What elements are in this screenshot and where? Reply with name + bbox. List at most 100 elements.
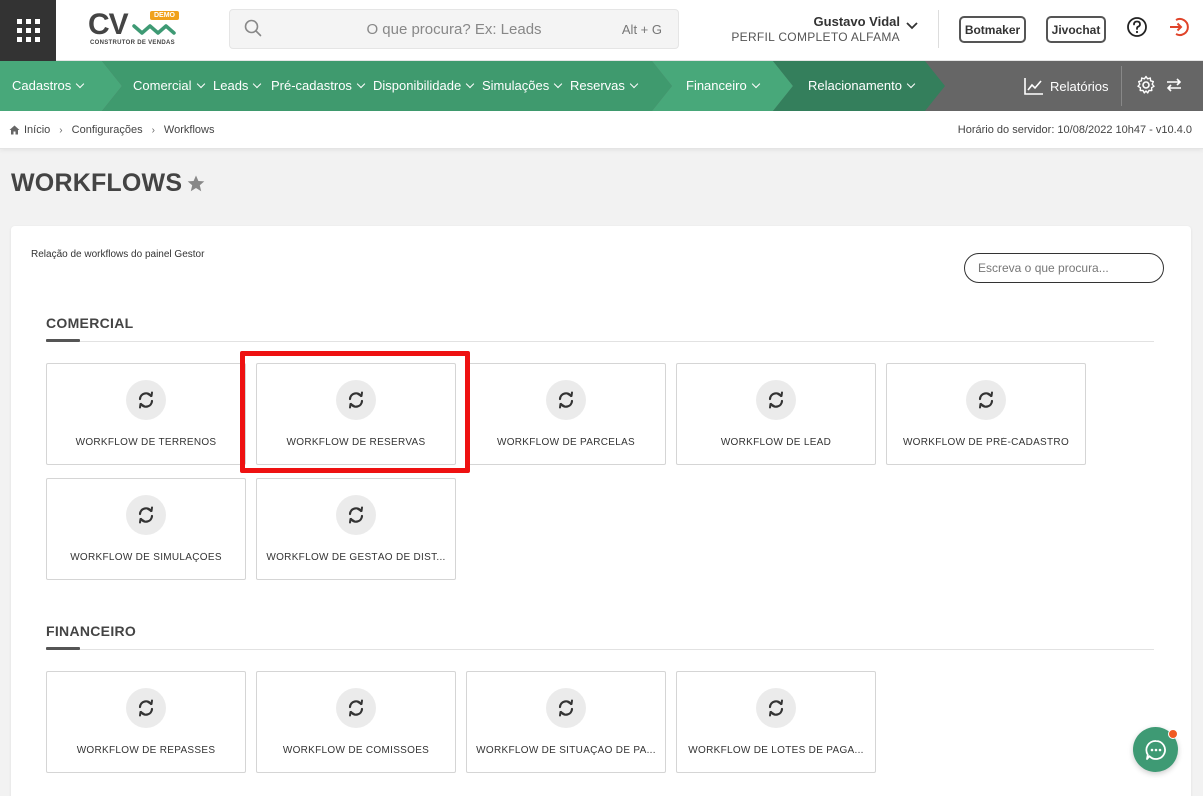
chevron-down-icon <box>906 79 916 88</box>
server-time: Horário do servidor: 10/08/2022 10h47 - … <box>957 124 1192 136</box>
refresh-icon <box>126 380 166 420</box>
chevron-right-icon: › <box>59 124 63 136</box>
workflow-tile-simulacoes[interactable]: WORKFLOW DE SIMULAÇÕES <box>46 478 246 580</box>
nav-simulacoes[interactable]: Simulações <box>482 78 563 93</box>
chevron-down-icon <box>253 79 262 88</box>
workflow-tile-reservas[interactable]: WORKFLOW DE RESERVAS <box>256 363 456 465</box>
nav-label: Reservas <box>570 78 625 93</box>
refresh-icon <box>756 688 796 728</box>
nav-label: Simulações <box>482 78 550 93</box>
workflow-tile-situacao-pagamento[interactable]: WORKFLOW DE SITUAÇÃO DE PA... <box>466 671 666 773</box>
user-name: Gustavo Vidal <box>813 14 900 29</box>
swap-arrows-icon[interactable] <box>1165 76 1183 94</box>
workflow-tile-lotes-pagamento[interactable]: WORKFLOW DE LOTES DE PAGA... <box>676 671 876 773</box>
refresh-icon <box>126 688 166 728</box>
help-icon[interactable] <box>1126 16 1148 38</box>
logo-check-icon <box>132 24 176 35</box>
chevron-down-icon[interactable] <box>906 22 918 30</box>
tile-label: WORKFLOW DE PRÉ-CADASTRO <box>902 437 1070 448</box>
nav-label: Relacionamento <box>808 78 902 93</box>
filter-search-input[interactable] <box>964 253 1164 283</box>
global-search-input[interactable]: O que procura? Ex: Leads Alt + G <box>229 9 679 49</box>
nav-label: Leads <box>213 78 249 93</box>
logo-subtitle: CONSTRUTOR DE VENDAS <box>90 40 175 46</box>
refresh-icon <box>336 380 376 420</box>
breadcrumb-home[interactable]: Início <box>24 124 50 136</box>
search-placeholder: O que procura? Ex: Leads <box>366 21 542 38</box>
logo[interactable]: CV DEMO CONSTRUTOR DE VENDAS <box>88 8 184 48</box>
tile-label: WORKFLOW DE SIMULAÇÕES <box>70 552 222 563</box>
tile-label: WORKFLOW DE LOTES DE PAGA... <box>688 745 864 756</box>
workflows-panel: Relação de workflows do painel Gestor CO… <box>11 226 1191 796</box>
tile-label: WORKFLOW DE PARCELAS <box>496 437 636 448</box>
refresh-icon <box>966 380 1006 420</box>
jivochat-button[interactable]: Jivochat <box>1046 16 1106 43</box>
notification-dot <box>1168 729 1178 739</box>
search-shortcut: Alt + G <box>621 22 662 37</box>
logout-icon[interactable] <box>1168 16 1190 38</box>
apps-menu-button[interactable] <box>0 0 56 61</box>
workflow-tile-parcelas[interactable]: WORKFLOW DE PARCELAS <box>466 363 666 465</box>
apps-grid-icon <box>16 19 40 42</box>
workflow-tile-comissoes[interactable]: WORKFLOW DE COMISSÕES <box>256 671 456 773</box>
nav-relatorios[interactable]: Relatórios <box>1050 79 1109 94</box>
user-menu[interactable]: Gustavo Vidal PERFIL COMPLETO ALFAMA <box>731 14 900 44</box>
main-nav: Cadastros Comercial Leads Pré-cadastros … <box>0 61 1203 111</box>
nav-disponibilidade[interactable]: Disponibilidade <box>373 78 475 93</box>
top-header: CV DEMO CONSTRUTOR DE VENDAS O que procu… <box>0 0 1203 61</box>
refresh-icon <box>336 495 376 535</box>
nav-comercial[interactable]: Comercial <box>133 78 205 93</box>
chevron-down-icon <box>76 79 85 88</box>
workflow-tile-gestao-distribuicao[interactable]: WORKFLOW DE GESTÃO DE DIST... <box>256 478 456 580</box>
chevron-down-icon <box>196 79 205 88</box>
star-icon[interactable] <box>187 175 205 192</box>
section-underline <box>46 339 80 342</box>
nav-financeiro[interactable]: Financeiro <box>686 78 760 93</box>
logo-text: CV <box>88 8 129 41</box>
section-title-financeiro: FINANCEIRO <box>46 623 137 639</box>
nav-label: Disponibilidade <box>373 78 462 93</box>
home-icon <box>9 125 20 135</box>
section-title-comercial: COMERCIAL <box>46 315 134 331</box>
chevron-down-icon <box>751 79 760 88</box>
workflow-tile-lead[interactable]: WORKFLOW DE LEAD <box>676 363 876 465</box>
page-title: WORKFLOWS <box>11 169 205 198</box>
nav-label: Comercial <box>133 78 192 93</box>
refresh-icon <box>126 495 166 535</box>
gear-icon[interactable] <box>1136 75 1156 95</box>
chevron-down-icon <box>356 79 366 88</box>
breadcrumb-config[interactable]: Configurações <box>72 124 143 136</box>
section-divider <box>46 341 1154 342</box>
botmaker-button[interactable]: Botmaker <box>959 16 1026 43</box>
chevron-down-icon <box>553 79 563 88</box>
nav-label: Financeiro <box>686 78 747 93</box>
refresh-icon <box>546 688 586 728</box>
chart-line-icon[interactable] <box>1024 77 1044 95</box>
chevron-down-icon <box>465 79 475 88</box>
breadcrumb-current: Workflows <box>163 124 215 136</box>
chat-bubble-icon <box>1145 739 1166 760</box>
chevron-right-icon: › <box>151 124 155 136</box>
nav-label: Pré-cadastros <box>271 78 352 93</box>
user-profile: PERFIL COMPLETO ALFAMA <box>731 30 900 44</box>
refresh-icon <box>336 688 376 728</box>
nav-cadastros[interactable]: Cadastros <box>12 78 85 93</box>
nav-relacionamento[interactable]: Relacionamento <box>808 78 916 93</box>
divider <box>938 10 939 48</box>
refresh-icon <box>546 380 586 420</box>
divider <box>1121 66 1122 106</box>
workflow-tile-pre-cadastro[interactable]: WORKFLOW DE PRÉ-CADASTRO <box>886 363 1086 465</box>
nav-reservas[interactable]: Reservas <box>570 78 639 93</box>
tile-label: WORKFLOW DE TERRENOS <box>75 437 217 448</box>
workflow-tile-repasses[interactable]: WORKFLOW DE REPASSES <box>46 671 246 773</box>
section-divider <box>46 649 1154 650</box>
nav-leads[interactable]: Leads <box>213 78 262 93</box>
workflow-tile-terrenos[interactable]: WORKFLOW DE TERRENOS <box>46 363 246 465</box>
page-title-text: WORKFLOWS <box>11 169 183 197</box>
demo-badge: DEMO <box>150 11 179 20</box>
nav-pre-cadastros[interactable]: Pré-cadastros <box>271 78 366 93</box>
breadcrumb-bar: Início › Configurações › Workflows Horár… <box>0 111 1203 149</box>
tile-label: WORKFLOW DE LEAD <box>720 437 832 448</box>
refresh-icon <box>756 380 796 420</box>
breadcrumb: Início › Configurações › Workflows <box>9 124 214 136</box>
